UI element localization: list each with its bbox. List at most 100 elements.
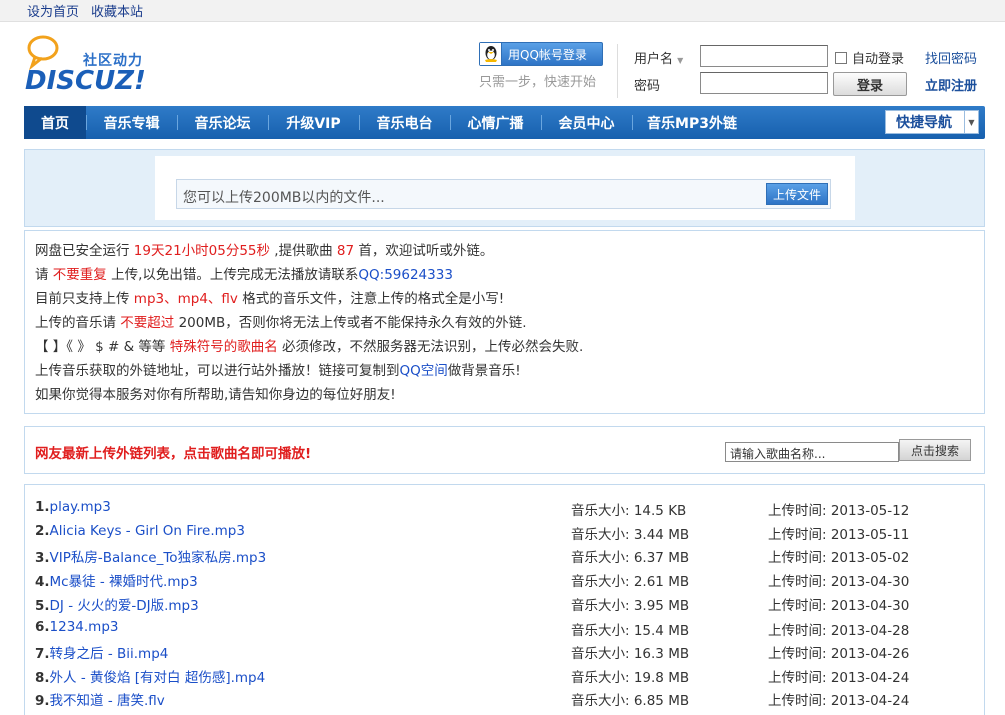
- song-size: 音乐大小: 3.44 MB: [571, 527, 690, 543]
- upload-file-button[interactable]: 上传文件: [766, 183, 828, 205]
- song-upload-date: 上传时间: 2013-04-30: [768, 574, 910, 590]
- qq-login-tip: 只需一步，快速开始: [479, 75, 597, 90]
- site-logo[interactable]: 社区动力 DISCUZ!: [25, 34, 165, 98]
- notice-panel: 网盘已安全运行 19天21小时05分55秒 ,提供歌曲 87 首，欢迎试听或外链…: [24, 230, 985, 414]
- upload-panel: 您可以上传200MB以内的文件... 上传文件: [24, 149, 985, 227]
- nav-item-vip[interactable]: 升级VIP: [268, 106, 359, 139]
- notice-highlight: 不要重复: [52, 267, 107, 283]
- password-label: 密码: [634, 79, 661, 94]
- song-size: 音乐大小: 16.3 MB: [571, 646, 690, 662]
- nav-item-forum[interactable]: 音乐论坛: [177, 106, 268, 139]
- song-size: 音乐大小: 6.37 MB: [571, 550, 690, 566]
- notice-text: 格式的音乐文件，注意上传的格式全是小写!: [237, 291, 505, 307]
- notice-text: 首，欢迎试听或外链。: [354, 243, 494, 259]
- song-name-link[interactable]: play.mp3: [50, 499, 111, 515]
- qzone-link[interactable]: QQ空间: [400, 363, 448, 379]
- song-upload-date: 上传时间: 2013-04-26: [768, 646, 910, 662]
- nav-item-mood[interactable]: 心情广播: [450, 106, 541, 139]
- nav-item-member-center[interactable]: 会员中心: [541, 106, 632, 139]
- username-label: 用户名: [634, 52, 674, 67]
- song-name-link[interactable]: 我不知道 - 唐笑.flv: [50, 693, 165, 709]
- song-number: 2.: [35, 523, 50, 539]
- nav-item-home[interactable]: 首页: [24, 106, 86, 139]
- notice-text: 做背景音乐!: [447, 363, 521, 379]
- song-size: 音乐大小: 3.95 MB: [571, 598, 690, 614]
- notice-text: 200MB，否则你将无法上传或者不能保持永久有效的外链.: [174, 315, 527, 331]
- notice-text: ,提供歌曲: [270, 243, 337, 259]
- song-name-link[interactable]: 外人 - 黄俊焰 [有对白 超伤感].mp4: [50, 670, 266, 686]
- notice-text: 请: [35, 267, 53, 283]
- top-bar: 设为首页 收藏本站: [0, 0, 1005, 22]
- search-button[interactable]: 点击搜索: [899, 439, 971, 461]
- register-link[interactable]: 立即注册: [925, 75, 977, 94]
- list-title: 网友最新上传外链列表，点击歌曲名即可播放!: [35, 446, 312, 462]
- auto-login-label: 自动登录: [852, 52, 905, 67]
- song-name-link[interactable]: Mc暴徒 - 裸婚时代.mp3: [50, 574, 198, 590]
- song-name-link[interactable]: DJ - 火火的爱-DJ版.mp3: [50, 598, 199, 614]
- list-item: 7.转身之后 - Bii.mp4 音乐大小: 16.3 MB 上传时间: 201…: [35, 642, 975, 662]
- bookmark-link[interactable]: 收藏本站: [91, 1, 143, 20]
- song-upload-date: 上传时间: 2013-05-02: [768, 550, 910, 566]
- song-number: 1.: [35, 499, 50, 515]
- song-number: 9.: [35, 693, 50, 709]
- password-input[interactable]: [700, 72, 828, 94]
- list-item: 5.DJ - 火火的爱-DJ版.mp3 音乐大小: 3.95 MB 上传时间: …: [35, 594, 975, 614]
- upload-placeholder: 您可以上传200MB以内的文件...: [183, 190, 385, 206]
- login-button[interactable]: 登录: [833, 72, 907, 96]
- quick-nav-button[interactable]: 快捷导航 ▼: [885, 110, 979, 134]
- notice-line-6: 上传音乐获取的外链地址，可以进行站外播放！链接可复制到QQ空间做背景音乐!: [35, 359, 984, 383]
- notice-line-3: 目前只支持上传 mp3、mp4、flv 格式的音乐文件，注意上传的格式全是小写!: [35, 287, 984, 311]
- song-name-link[interactable]: 1234.mp3: [50, 619, 119, 635]
- song-size: 音乐大小: 6.85 MB: [571, 693, 690, 709]
- song-size: 音乐大小: 14.5 KB: [571, 503, 687, 519]
- song-number: 3.: [35, 550, 50, 566]
- notice-highlight: mp3、mp4、flv: [133, 291, 238, 307]
- main-nav: 首页 音乐专辑 音乐论坛 升级VIP 音乐电台 心情广播 会员中心 音乐MP3外…: [24, 106, 985, 139]
- username-type-select[interactable]: 用户名 ▼: [634, 48, 683, 67]
- song-size: 音乐大小: 2.61 MB: [571, 574, 690, 590]
- list-header: 网友最新上传外链列表，点击歌曲名即可播放! 请输入歌曲名称... 点击搜索: [24, 426, 985, 474]
- qq-login-label: 用QQ帐号登录: [508, 47, 587, 62]
- song-name-link[interactable]: VIP私房-Balance_To独家私房.mp3: [50, 550, 267, 566]
- nav-item-radio[interactable]: 音乐电台: [359, 106, 450, 139]
- song-search-input[interactable]: 请输入歌曲名称...: [725, 442, 899, 462]
- song-upload-date: 上传时间: 2013-04-24: [768, 670, 910, 686]
- song-size: 音乐大小: 19.8 MB: [571, 670, 690, 686]
- song-upload-date: 上传时间: 2013-04-28: [768, 623, 910, 639]
- list-item: 9.我不知道 - 唐笑.flv 音乐大小: 6.85 MB 上传时间: 2013…: [35, 689, 975, 709]
- song-upload-date: 上传时间: 2013-04-30: [768, 598, 910, 614]
- notice-text: 网盘已安全运行: [35, 243, 134, 259]
- notice-line-2: 请 不要重复 上传,以免出错。上传完成无法播放请联系QQ:59624333: [35, 263, 984, 287]
- set-home-link[interactable]: 设为首页: [27, 1, 79, 20]
- upload-box: 您可以上传200MB以内的文件... 上传文件: [155, 156, 855, 220]
- checkbox-icon: [835, 51, 847, 64]
- list-item: 8.外人 - 黄俊焰 [有对白 超伤感].mp4 音乐大小: 19.8 MB 上…: [35, 666, 975, 686]
- song-number: 5.: [35, 598, 50, 614]
- notice-line-7: 如果你觉得本服务对你有所帮助,请告知你身边的每位好朋友!: [35, 383, 984, 407]
- notice-text: 【 】《 》 $ # & 等等: [35, 339, 170, 355]
- notice-text: 如果你觉得本服务对你有所帮助,请告知你身边的每位好朋友!: [35, 387, 396, 403]
- find-password-link[interactable]: 找回密码: [925, 48, 977, 67]
- username-input[interactable]: [700, 45, 828, 67]
- song-list: 1.play.mp3 音乐大小: 14.5 KB 上传时间: 2013-05-1…: [24, 484, 985, 715]
- header-divider: [617, 44, 618, 98]
- song-upload-date: 上传时间: 2013-05-12: [768, 503, 910, 519]
- song-number: 4.: [35, 574, 50, 590]
- song-count-value: 87: [336, 243, 355, 259]
- header: 社区动力 DISCUZ! 用QQ帐号登录 只需一步，快速开始 用户名 ▼ 密码 …: [0, 22, 1005, 106]
- auto-login-checkbox[interactable]: 自动登录: [835, 48, 904, 67]
- qq-login-button[interactable]: 用QQ帐号登录: [479, 42, 603, 66]
- song-name-link[interactable]: Alicia Keys - Girl On Fire.mp3: [50, 523, 245, 539]
- logo-en-text: DISCUZ!: [25, 66, 146, 96]
- quick-nav-label: 快捷导航: [896, 115, 952, 131]
- qq-contact-link[interactable]: QQ:59624333: [358, 267, 453, 283]
- upload-file-field[interactable]: 您可以上传200MB以内的文件... 上传文件: [176, 179, 831, 209]
- song-upload-date: 上传时间: 2013-04-24: [768, 693, 910, 709]
- notice-line-4: 上传的音乐请 不要超过 200MB，否则你将无法上传或者不能保持永久有效的外链.: [35, 311, 984, 335]
- song-name-link[interactable]: 转身之后 - Bii.mp4: [50, 646, 169, 662]
- nav-item-albums[interactable]: 音乐专辑: [86, 106, 177, 139]
- nav-item-mp3-link[interactable]: 音乐MP3外链: [632, 106, 752, 139]
- song-size: 音乐大小: 15.4 MB: [571, 623, 690, 639]
- list-item: 2.Alicia Keys - Girl On Fire.mp3 音乐大小: 3…: [35, 523, 975, 543]
- notice-highlight: 不要超过: [120, 315, 175, 331]
